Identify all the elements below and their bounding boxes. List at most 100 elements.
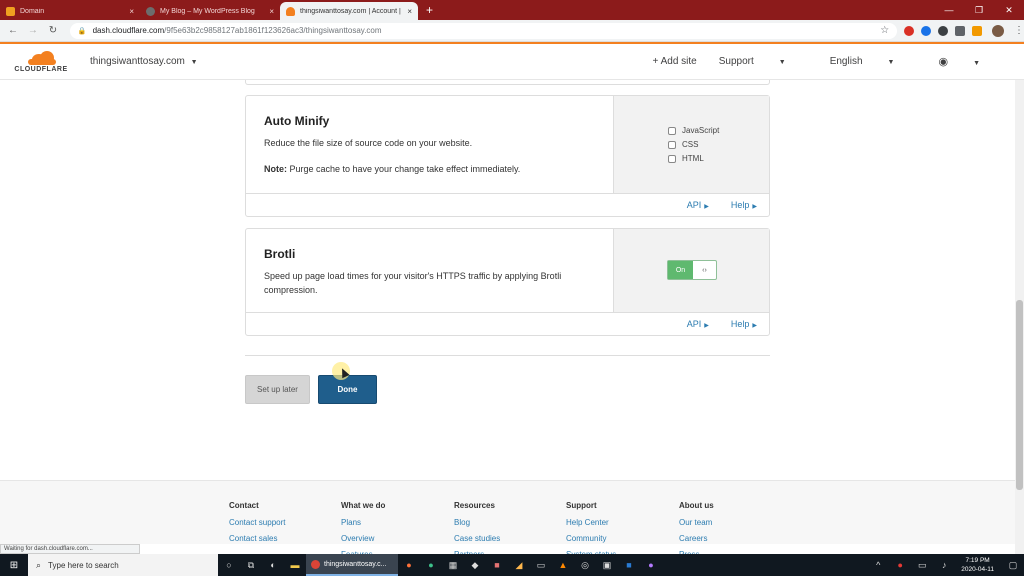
checkbox-box[interactable] bbox=[668, 126, 676, 135]
done-button[interactable]: Done bbox=[318, 375, 377, 404]
scrollbar-thumb[interactable] bbox=[1016, 300, 1023, 490]
network-icon[interactable]: ▭ bbox=[911, 554, 933, 576]
language-menu[interactable]: English ▼ bbox=[830, 56, 917, 67]
site-selector[interactable]: thingsiwanttosay.com ▼ bbox=[90, 56, 198, 67]
tab-domain[interactable]: Domain × bbox=[0, 2, 140, 20]
add-site-button[interactable]: + Add site bbox=[653, 56, 697, 67]
app-icon[interactable]: ◢ bbox=[508, 554, 530, 576]
user-account-icon: ◉ bbox=[938, 56, 949, 68]
windows-start-icon[interactable]: ⊞ bbox=[0, 560, 28, 571]
bookmark-star-icon[interactable]: ☆ bbox=[880, 25, 889, 36]
footer-link[interactable]: Careers bbox=[679, 534, 714, 543]
forward-arrow-icon[interactable]: → bbox=[26, 25, 40, 36]
notifications-icon[interactable]: ▢ bbox=[1002, 554, 1024, 576]
card-body: Brotli Speed up page load times for your… bbox=[246, 229, 769, 313]
outlook-icon[interactable]: ■ bbox=[618, 554, 640, 576]
support-menu[interactable]: Support ▼ bbox=[719, 56, 808, 67]
css-checkbox[interactable]: CSS bbox=[668, 140, 769, 149]
tab-title: thingsiwanttosay.com | Account | Cl bbox=[300, 7, 404, 15]
user-menu[interactable]: ◉ ▼ bbox=[938, 55, 1002, 68]
window-controls: — ❐ ✕ bbox=[934, 0, 1024, 20]
taskbar-search-input[interactable]: ⌕ Type here to search bbox=[28, 554, 218, 576]
rss-icon[interactable] bbox=[972, 25, 983, 36]
footer-link[interactable]: Blog bbox=[454, 518, 500, 527]
calculator-icon[interactable]: ▦ bbox=[442, 554, 464, 576]
close-icon[interactable]: × bbox=[129, 7, 134, 16]
card-body: Auto Minify Reduce the file size of sour… bbox=[246, 96, 769, 194]
extension-icon[interactable] bbox=[921, 25, 932, 36]
minimize-icon[interactable]: — bbox=[934, 0, 964, 20]
extension-icon[interactable] bbox=[938, 25, 949, 36]
cloudflare-logo[interactable]: CLOUDFLARE bbox=[10, 50, 72, 73]
footer-heading: Contact bbox=[229, 501, 259, 510]
footer-heading: About us bbox=[679, 501, 714, 510]
taskbar-chrome-window[interactable]: thingsiwanttosay.c... bbox=[306, 554, 398, 576]
firefox-icon[interactable]: ● bbox=[398, 554, 420, 576]
tab-my-blog[interactable]: My Blog – My WordPress Blog × bbox=[140, 2, 280, 20]
cortana-icon[interactable]: ○ bbox=[218, 554, 240, 576]
profile-avatar[interactable] bbox=[992, 24, 1005, 37]
app-icon[interactable]: ◎ bbox=[574, 554, 596, 576]
tray-app-icon[interactable]: ● bbox=[889, 554, 911, 576]
minify-options: JavaScript CSS HTML bbox=[614, 96, 769, 163]
page-scrollbar[interactable] bbox=[1015, 80, 1024, 554]
footer-heading: What we do bbox=[341, 501, 386, 510]
help-link[interactable]: Help ▶ bbox=[731, 319, 757, 329]
edge-icon[interactable]: ● bbox=[420, 554, 442, 576]
footer-link[interactable]: Help Center bbox=[566, 518, 616, 527]
tray-chevron-up-icon[interactable]: ^ bbox=[867, 554, 889, 576]
toggle-handle-icon[interactable]: ‹› bbox=[693, 261, 716, 279]
auto-minify-card: Auto Minify Reduce the file size of sour… bbox=[245, 95, 770, 217]
app-icon[interactable]: ■ bbox=[486, 554, 508, 576]
app-icon[interactable]: ● bbox=[640, 554, 662, 576]
close-icon[interactable]: × bbox=[407, 7, 412, 16]
checkbox-box[interactable] bbox=[668, 140, 676, 149]
new-tab-button[interactable]: + bbox=[426, 3, 433, 17]
url-input[interactable]: 🔒 dash.cloudflare.com /9f5e63b2c9858127a… bbox=[69, 22, 898, 39]
footer-link[interactable]: Community bbox=[566, 534, 616, 543]
footer-heading: Support bbox=[566, 501, 597, 510]
checkbox-box[interactable] bbox=[668, 154, 676, 163]
adblock-extension-icon[interactable] bbox=[904, 25, 915, 36]
javascript-checkbox[interactable]: JavaScript bbox=[668, 126, 769, 135]
window-close-icon[interactable]: ✕ bbox=[994, 0, 1024, 20]
footer-link[interactable]: Case studies bbox=[454, 534, 500, 543]
browser-menu-icon[interactable]: ⋮ bbox=[1014, 25, 1024, 36]
api-link[interactable]: API ▶ bbox=[687, 319, 709, 329]
footer-link[interactable]: Our team bbox=[679, 518, 714, 527]
caret-right-icon: ▶ bbox=[752, 204, 757, 210]
card-setting: JavaScript CSS HTML bbox=[613, 96, 769, 193]
help-label: Help bbox=[730, 319, 750, 329]
card-title: Brotli bbox=[264, 247, 296, 261]
api-link[interactable]: API ▶ bbox=[687, 200, 709, 210]
footer-link[interactable]: Plans bbox=[341, 518, 385, 527]
chrome-icon bbox=[311, 559, 320, 569]
app-icon[interactable]: ◐ bbox=[262, 554, 284, 576]
back-arrow-icon[interactable]: ← bbox=[6, 25, 20, 36]
html-checkbox[interactable]: HTML bbox=[668, 154, 769, 163]
app-icon[interactable]: ◆ bbox=[464, 554, 486, 576]
close-icon[interactable]: × bbox=[269, 7, 274, 16]
tab-cloudflare[interactable]: thingsiwanttosay.com | Account | Cl × bbox=[280, 2, 418, 20]
caret-down-icon: ▼ bbox=[190, 59, 198, 66]
help-link[interactable]: Help ▶ bbox=[731, 200, 757, 210]
wordpress-favicon-icon bbox=[146, 6, 155, 16]
footer-link[interactable]: Overview bbox=[341, 534, 385, 543]
app-icon[interactable]: ▣ bbox=[596, 554, 618, 576]
vlc-icon[interactable]: ▲ bbox=[552, 554, 574, 576]
extension-icon[interactable] bbox=[955, 25, 966, 36]
footer-link[interactable]: Contact support bbox=[229, 518, 285, 527]
app-icon[interactable]: ▭ bbox=[530, 554, 552, 576]
search-placeholder: Type here to search bbox=[48, 560, 119, 570]
file-explorer-icon[interactable]: ▬ bbox=[284, 554, 306, 576]
set-up-later-button[interactable]: Set up later bbox=[245, 375, 310, 404]
volume-icon[interactable]: ♪ bbox=[933, 554, 955, 576]
toggle-on-label: On bbox=[668, 261, 693, 279]
restore-icon[interactable]: ❐ bbox=[964, 0, 994, 20]
brotli-toggle[interactable]: On ‹› bbox=[667, 260, 717, 280]
taskbar-clock[interactable]: 7:19 PM 2020-04-11 bbox=[961, 556, 994, 574]
task-view-icon[interactable]: ⧉ bbox=[240, 554, 262, 576]
card-title: Auto Minify bbox=[264, 114, 330, 128]
reload-icon[interactable]: ↻ bbox=[46, 25, 60, 36]
footer-link[interactable]: Contact sales bbox=[229, 534, 285, 543]
